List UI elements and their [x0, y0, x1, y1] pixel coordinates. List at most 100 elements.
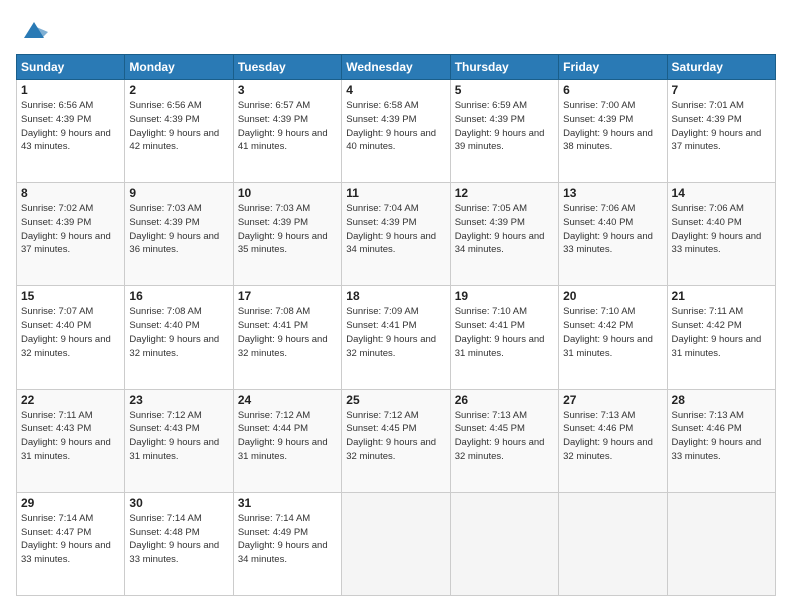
day-info: Sunrise: 7:08 AMSunset: 4:40 PMDaylight:… — [129, 306, 219, 358]
calendar-cell: 19 Sunrise: 7:10 AMSunset: 4:41 PMDaylig… — [450, 286, 558, 389]
day-number: 26 — [455, 393, 554, 407]
day-info: Sunrise: 6:56 AMSunset: 4:39 PMDaylight:… — [21, 100, 111, 152]
logo — [16, 16, 48, 44]
weekday-saturday: Saturday — [667, 55, 775, 80]
day-number: 14 — [672, 186, 771, 200]
day-number: 15 — [21, 289, 120, 303]
day-number: 30 — [129, 496, 228, 510]
weekday-sunday: Sunday — [17, 55, 125, 80]
calendar-cell: 25 Sunrise: 7:12 AMSunset: 4:45 PMDaylig… — [342, 389, 450, 492]
day-number: 31 — [238, 496, 337, 510]
day-number: 6 — [563, 83, 662, 97]
day-number: 25 — [346, 393, 445, 407]
day-number: 24 — [238, 393, 337, 407]
day-number: 7 — [672, 83, 771, 97]
day-info: Sunrise: 7:10 AMSunset: 4:42 PMDaylight:… — [563, 306, 653, 358]
calendar-cell: 10 Sunrise: 7:03 AMSunset: 4:39 PMDaylig… — [233, 183, 341, 286]
calendar-cell: 4 Sunrise: 6:58 AMSunset: 4:39 PMDayligh… — [342, 80, 450, 183]
day-info: Sunrise: 7:14 AMSunset: 4:49 PMDaylight:… — [238, 513, 328, 565]
calendar-week-5: 29 Sunrise: 7:14 AMSunset: 4:47 PMDaylig… — [17, 492, 776, 595]
day-number: 17 — [238, 289, 337, 303]
day-info: Sunrise: 7:03 AMSunset: 4:39 PMDaylight:… — [238, 203, 328, 255]
day-info: Sunrise: 7:12 AMSunset: 4:44 PMDaylight:… — [238, 410, 328, 462]
day-info: Sunrise: 7:05 AMSunset: 4:39 PMDaylight:… — [455, 203, 545, 255]
calendar-cell: 28 Sunrise: 7:13 AMSunset: 4:46 PMDaylig… — [667, 389, 775, 492]
day-info: Sunrise: 7:04 AMSunset: 4:39 PMDaylight:… — [346, 203, 436, 255]
calendar-cell — [342, 492, 450, 595]
calendar-cell: 8 Sunrise: 7:02 AMSunset: 4:39 PMDayligh… — [17, 183, 125, 286]
calendar-cell: 13 Sunrise: 7:06 AMSunset: 4:40 PMDaylig… — [559, 183, 667, 286]
day-info: Sunrise: 6:58 AMSunset: 4:39 PMDaylight:… — [346, 100, 436, 152]
day-info: Sunrise: 7:14 AMSunset: 4:48 PMDaylight:… — [129, 513, 219, 565]
calendar-cell — [667, 492, 775, 595]
calendar-cell: 23 Sunrise: 7:12 AMSunset: 4:43 PMDaylig… — [125, 389, 233, 492]
calendar-week-1: 1 Sunrise: 6:56 AMSunset: 4:39 PMDayligh… — [17, 80, 776, 183]
day-number: 13 — [563, 186, 662, 200]
calendar-cell: 18 Sunrise: 7:09 AMSunset: 4:41 PMDaylig… — [342, 286, 450, 389]
day-info: Sunrise: 6:57 AMSunset: 4:39 PMDaylight:… — [238, 100, 328, 152]
calendar-cell: 27 Sunrise: 7:13 AMSunset: 4:46 PMDaylig… — [559, 389, 667, 492]
calendar-cell: 6 Sunrise: 7:00 AMSunset: 4:39 PMDayligh… — [559, 80, 667, 183]
weekday-tuesday: Tuesday — [233, 55, 341, 80]
day-info: Sunrise: 7:07 AMSunset: 4:40 PMDaylight:… — [21, 306, 111, 358]
day-info: Sunrise: 7:12 AMSunset: 4:43 PMDaylight:… — [129, 410, 219, 462]
day-info: Sunrise: 7:06 AMSunset: 4:40 PMDaylight:… — [563, 203, 653, 255]
weekday-wednesday: Wednesday — [342, 55, 450, 80]
calendar-cell — [559, 492, 667, 595]
day-info: Sunrise: 7:03 AMSunset: 4:39 PMDaylight:… — [129, 203, 219, 255]
day-info: Sunrise: 7:02 AMSunset: 4:39 PMDaylight:… — [21, 203, 111, 255]
calendar-cell: 15 Sunrise: 7:07 AMSunset: 4:40 PMDaylig… — [17, 286, 125, 389]
calendar-week-2: 8 Sunrise: 7:02 AMSunset: 4:39 PMDayligh… — [17, 183, 776, 286]
logo-icon — [20, 16, 48, 44]
day-number: 21 — [672, 289, 771, 303]
day-info: Sunrise: 7:06 AMSunset: 4:40 PMDaylight:… — [672, 203, 762, 255]
calendar-cell — [450, 492, 558, 595]
day-number: 11 — [346, 186, 445, 200]
calendar-cell: 7 Sunrise: 7:01 AMSunset: 4:39 PMDayligh… — [667, 80, 775, 183]
calendar-cell: 2 Sunrise: 6:56 AMSunset: 4:39 PMDayligh… — [125, 80, 233, 183]
calendar-cell: 20 Sunrise: 7:10 AMSunset: 4:42 PMDaylig… — [559, 286, 667, 389]
day-info: Sunrise: 7:11 AMSunset: 4:42 PMDaylight:… — [672, 306, 762, 358]
day-info: Sunrise: 7:13 AMSunset: 4:45 PMDaylight:… — [455, 410, 545, 462]
calendar-cell: 26 Sunrise: 7:13 AMSunset: 4:45 PMDaylig… — [450, 389, 558, 492]
day-info: Sunrise: 7:10 AMSunset: 4:41 PMDaylight:… — [455, 306, 545, 358]
day-number: 23 — [129, 393, 228, 407]
day-number: 8 — [21, 186, 120, 200]
calendar-cell: 17 Sunrise: 7:08 AMSunset: 4:41 PMDaylig… — [233, 286, 341, 389]
day-number: 27 — [563, 393, 662, 407]
calendar-cell: 5 Sunrise: 6:59 AMSunset: 4:39 PMDayligh… — [450, 80, 558, 183]
day-info: Sunrise: 7:13 AMSunset: 4:46 PMDaylight:… — [672, 410, 762, 462]
calendar-cell: 9 Sunrise: 7:03 AMSunset: 4:39 PMDayligh… — [125, 183, 233, 286]
day-number: 20 — [563, 289, 662, 303]
day-number: 10 — [238, 186, 337, 200]
day-info: Sunrise: 7:00 AMSunset: 4:39 PMDaylight:… — [563, 100, 653, 152]
calendar-cell: 21 Sunrise: 7:11 AMSunset: 4:42 PMDaylig… — [667, 286, 775, 389]
day-number: 5 — [455, 83, 554, 97]
weekday-friday: Friday — [559, 55, 667, 80]
weekday-thursday: Thursday — [450, 55, 558, 80]
day-info: Sunrise: 7:09 AMSunset: 4:41 PMDaylight:… — [346, 306, 436, 358]
weekday-monday: Monday — [125, 55, 233, 80]
calendar-cell: 3 Sunrise: 6:57 AMSunset: 4:39 PMDayligh… — [233, 80, 341, 183]
weekday-header-row: SundayMondayTuesdayWednesdayThursdayFrid… — [17, 55, 776, 80]
calendar-body: 1 Sunrise: 6:56 AMSunset: 4:39 PMDayligh… — [17, 80, 776, 596]
day-number: 4 — [346, 83, 445, 97]
calendar-table: SundayMondayTuesdayWednesdayThursdayFrid… — [16, 54, 776, 596]
calendar-cell: 24 Sunrise: 7:12 AMSunset: 4:44 PMDaylig… — [233, 389, 341, 492]
day-info: Sunrise: 7:01 AMSunset: 4:39 PMDaylight:… — [672, 100, 762, 152]
calendar-cell: 22 Sunrise: 7:11 AMSunset: 4:43 PMDaylig… — [17, 389, 125, 492]
day-info: Sunrise: 6:56 AMSunset: 4:39 PMDaylight:… — [129, 100, 219, 152]
day-number: 2 — [129, 83, 228, 97]
calendar-cell: 30 Sunrise: 7:14 AMSunset: 4:48 PMDaylig… — [125, 492, 233, 595]
day-info: Sunrise: 7:13 AMSunset: 4:46 PMDaylight:… — [563, 410, 653, 462]
calendar-cell: 1 Sunrise: 6:56 AMSunset: 4:39 PMDayligh… — [17, 80, 125, 183]
header — [16, 16, 776, 44]
calendar-week-3: 15 Sunrise: 7:07 AMSunset: 4:40 PMDaylig… — [17, 286, 776, 389]
day-number: 9 — [129, 186, 228, 200]
day-number: 22 — [21, 393, 120, 407]
calendar-cell: 11 Sunrise: 7:04 AMSunset: 4:39 PMDaylig… — [342, 183, 450, 286]
calendar-cell: 29 Sunrise: 7:14 AMSunset: 4:47 PMDaylig… — [17, 492, 125, 595]
day-info: Sunrise: 6:59 AMSunset: 4:39 PMDaylight:… — [455, 100, 545, 152]
day-number: 28 — [672, 393, 771, 407]
day-number: 29 — [21, 496, 120, 510]
